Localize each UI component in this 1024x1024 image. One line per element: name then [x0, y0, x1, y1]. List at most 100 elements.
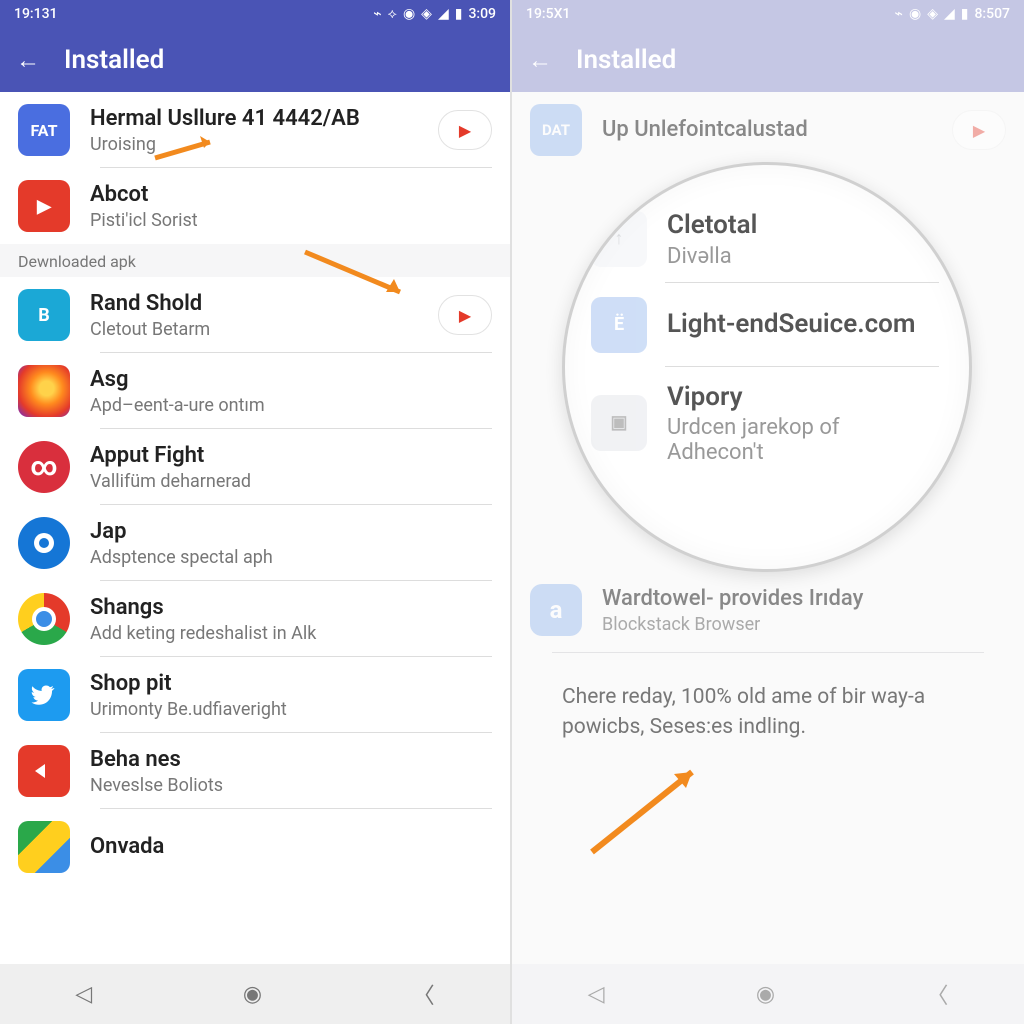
app-sub: Neveslse Boliots — [90, 775, 492, 796]
bluetooth-icon: ⌁ — [895, 6, 903, 22]
app-title: Beha nes — [90, 746, 492, 774]
nav-back-icon[interactable]: ◁ — [588, 982, 605, 1007]
app-sub: Blockstack Browser — [602, 614, 1006, 635]
play-button[interactable]: ▶ — [438, 295, 492, 335]
android-navbar: ◁ ◉ 〈 — [512, 964, 1024, 1024]
app-title: Vipory — [667, 381, 929, 414]
cast-icon: ⟡ — [388, 6, 397, 22]
list-item[interactable]: Shangs Add keting redeshalist in Alk — [0, 581, 510, 657]
app-sub: Pisti'icl Sorist — [90, 210, 492, 231]
wifi2-icon: ◈ — [421, 6, 432, 22]
app-icon: ▶ — [18, 180, 70, 232]
app-icon — [18, 365, 70, 417]
magnifier-lens: ↑ Cletotal Divəlla Ë Light-endSeuice.com… — [562, 162, 972, 572]
app-title: Light-endSeuice.com — [667, 308, 929, 341]
signal-icon: ◢ — [438, 6, 449, 22]
app-sub: Add keting redeshalist in Alk — [90, 623, 492, 644]
battery-icon: ▮ — [961, 6, 969, 22]
list-item[interactable]: B Rand Shold Cletout Betarm ▶ — [0, 277, 510, 353]
app-title: Abcot — [90, 181, 492, 209]
divider — [552, 652, 984, 653]
list-item[interactable]: Shop pit Urimonty Be.udfiaveright — [0, 657, 510, 733]
back-icon[interactable]: ← — [16, 46, 40, 75]
status-bar: 19:131 ⌁ ⟡ ◉ ◈ ◢ ▮ 3:09 — [0, 0, 510, 28]
phone-left: 19:131 ⌁ ⟡ ◉ ◈ ◢ ▮ 3:09 ← Installed FAT … — [0, 0, 512, 1024]
appbar-title: Installed — [64, 45, 164, 75]
android-navbar: ◁ ◉ 〈 — [0, 964, 510, 1024]
nav-back-icon[interactable]: ◁ — [75, 982, 92, 1007]
play-button[interactable]: ▶ — [438, 110, 492, 150]
app-title: Asg — [90, 366, 492, 394]
app-title: Shop pit — [90, 670, 492, 698]
app-icon: FAT — [18, 104, 70, 156]
nav-recent-icon[interactable]: 〈 — [926, 978, 948, 1010]
app-title: Shangs — [90, 594, 492, 622]
list-item[interactable]: ▶ Abcot Pisti'icl Sorist — [0, 168, 510, 244]
app-icon — [18, 593, 70, 645]
battery-icon: ▮ — [455, 6, 463, 22]
app-icon: ▣ — [591, 395, 647, 451]
app-title: Hermal Usllure 41 4442/AB — [90, 105, 418, 133]
app-sub: Adsptence spectal aph — [90, 547, 492, 568]
app-icon — [18, 745, 70, 797]
app-sub: Urimonty Be.udfiaveright — [90, 699, 492, 720]
app-icon: Ë — [591, 297, 647, 353]
status-icons: ⌁ ◉ ◈ ◢ ▮ 8:507 — [895, 6, 1010, 22]
phone-right: 19:5X1 ⌁ ◉ ◈ ◢ ▮ 8:507 ← Installed DAT U… — [512, 0, 1024, 1024]
list-item[interactable]: DAT Up Unlefointcalustad ▶ — [512, 92, 1024, 168]
app-title: Jap — [90, 518, 492, 546]
appbar-title: Installed — [576, 45, 676, 75]
list-item[interactable]: Jap Adsptence spectal aph — [0, 505, 510, 581]
app-title: Onvada — [90, 833, 492, 861]
app-icon — [18, 669, 70, 721]
annotation-arrow — [582, 752, 722, 862]
wifi-icon: ◉ — [403, 6, 415, 22]
app-icon: B — [18, 289, 70, 341]
app-sub: Divəlla — [667, 244, 929, 269]
section-label: Dewnloaded apk — [0, 244, 510, 277]
app-title: Apput Fight — [90, 442, 492, 470]
status-time: 19:131 — [14, 6, 57, 22]
nav-home-icon[interactable]: ◉ — [756, 982, 775, 1007]
app-list[interactable]: DAT Up Unlefointcalustad ▶ ↑ Cletotal Di… — [512, 92, 1024, 964]
app-bar: ← Installed — [512, 28, 1024, 92]
description-text: Chere reday, 100% old ame of bir way-a p… — [562, 682, 984, 743]
list-item[interactable]: ∞ Apput Fight Vallifüm deharnerad — [0, 429, 510, 505]
app-sub: Cletout Betarm — [90, 319, 418, 340]
app-title: Up Unlefointcalustad — [602, 116, 932, 144]
status-bar: 19:5X1 ⌁ ◉ ◈ ◢ ▮ 8:507 — [512, 0, 1024, 28]
status-clock: 8:507 — [974, 6, 1010, 22]
nav-recent-icon[interactable]: 〈 — [413, 978, 435, 1010]
app-icon: DAT — [530, 104, 582, 156]
list-item[interactable]: FAT Hermal Usllure 41 4442/AB Uroising ▶ — [0, 92, 510, 168]
status-icons: ⌁ ⟡ ◉ ◈ ◢ ▮ 3:09 — [373, 6, 496, 22]
list-item[interactable]: Beha nes Neveslse Boliots — [0, 733, 510, 809]
app-sub: Apd–eent-a-ure ontım — [90, 395, 492, 416]
app-sub: Vallifüm deharnerad — [90, 471, 492, 492]
app-icon — [18, 517, 70, 569]
wifi-icon: ◉ — [909, 6, 921, 22]
back-icon[interactable]: ← — [528, 46, 552, 75]
app-icon: ↑ — [591, 211, 647, 267]
status-clock: 3:09 — [468, 6, 496, 22]
status-time: 19:5X1 — [526, 6, 570, 22]
app-sub: Urdcen jarekop of Adhecon't — [667, 415, 929, 465]
nav-home-icon[interactable]: ◉ — [243, 982, 262, 1007]
list-item[interactable]: Asg Apd–eent-a-ure ontım — [0, 353, 510, 429]
list-item[interactable]: Onvada — [0, 809, 510, 885]
app-icon — [18, 821, 70, 873]
app-bar: ← Installed — [0, 28, 510, 92]
list-item[interactable]: ↑ Cletotal Divəlla — [565, 195, 969, 283]
list-item[interactable]: ▣ Vipory Urdcen jarekop of Adhecon't — [565, 367, 969, 480]
list-item[interactable]: Ë Light-endSeuice.com — [565, 283, 969, 367]
app-title: Wardtowel- provides Irıday — [602, 585, 1006, 613]
app-list[interactable]: FAT Hermal Usllure 41 4442/AB Uroising ▶… — [0, 92, 510, 964]
app-sub: Uroising — [90, 134, 418, 155]
bluetooth-icon: ⌁ — [373, 6, 381, 22]
app-icon: a — [530, 584, 582, 636]
app-icon: ∞ — [18, 441, 70, 493]
play-button[interactable]: ▶ — [952, 110, 1006, 150]
wifi2-icon: ◈ — [927, 6, 938, 22]
list-item[interactable]: a Wardtowel- provides Irıday Blockstack … — [512, 572, 1024, 648]
app-title: Cletotal — [667, 209, 929, 242]
